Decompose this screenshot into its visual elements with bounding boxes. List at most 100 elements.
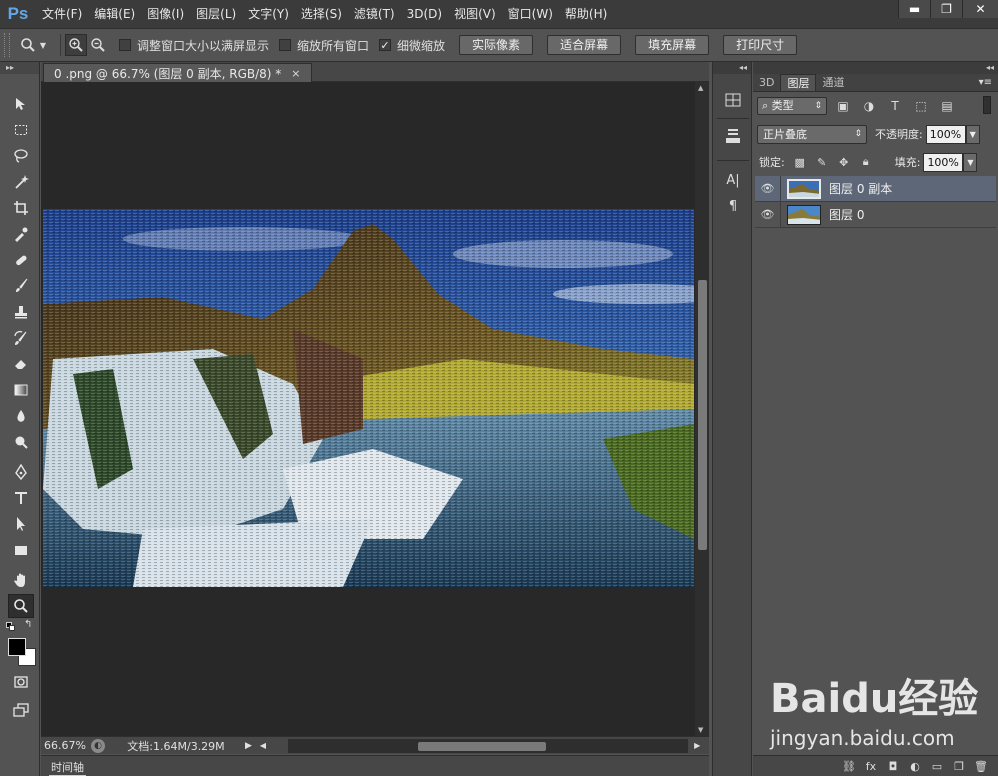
canvas-area[interactable] — [41, 82, 695, 736]
healing-brush-tool-icon[interactable] — [8, 248, 34, 272]
marquee-tool-icon[interactable] — [8, 118, 34, 142]
filter-pixel-icon[interactable]: ▣ — [833, 99, 853, 113]
fill-screen-button[interactable]: 填充屏幕 — [635, 35, 710, 55]
lock-image-pixels-icon[interactable]: ✎ — [815, 156, 829, 169]
move-tool-icon[interactable] — [8, 92, 34, 116]
expand-panel-icon[interactable]: ▸▸ — [0, 62, 39, 74]
new-group-icon[interactable]: ▭ — [926, 760, 948, 773]
menu-window[interactable]: 窗口(W) — [502, 0, 559, 28]
eyedropper-tool-icon[interactable] — [8, 222, 34, 246]
layer-row-original[interactable]: 👁︎ 图层 0 — [755, 201, 996, 228]
zoom-tool-icon[interactable] — [8, 594, 34, 618]
visibility-eye-icon[interactable]: 👁︎ — [755, 175, 781, 202]
tab-channels[interactable]: 通道 — [816, 74, 850, 91]
pen-tool-icon[interactable] — [8, 460, 34, 484]
panel-menu-icon[interactable]: ▾≡ — [979, 77, 992, 88]
eraser-tool-icon[interactable] — [8, 352, 34, 376]
swatches-panel-icon[interactable] — [723, 90, 743, 110]
minimize-button[interactable]: ▬ — [898, 0, 930, 18]
paragraph-panel-icon[interactable]: ¶ — [723, 196, 743, 216]
layer-style-icon[interactable]: fx — [860, 760, 882, 773]
actual-pixels-button[interactable]: 实际像素 — [459, 35, 534, 55]
type-tool-icon[interactable] — [8, 486, 34, 510]
filter-adjustment-icon[interactable]: ◑ — [859, 99, 879, 113]
status-menu-arrow-icon[interactable]: ▶ — [245, 741, 252, 751]
menu-help[interactable]: 帮助(H) — [559, 0, 613, 28]
close-button[interactable]: ✕ — [962, 0, 998, 18]
horizontal-scroll-thumb[interactable] — [418, 741, 547, 751]
status-info-icon[interactable]: ◐ — [91, 738, 105, 753]
lock-all-icon[interactable]: 🔒︎ — [859, 155, 873, 169]
document-image[interactable] — [43, 209, 694, 587]
menu-select[interactable]: 选择(S) — [295, 0, 348, 28]
tab-layers[interactable]: 图层 — [780, 74, 817, 91]
menu-edit[interactable]: 编辑(E) — [88, 0, 141, 28]
default-colors-icon[interactable] — [6, 622, 16, 632]
scroll-left-icon[interactable]: ◀ — [260, 741, 266, 750]
scroll-down-icon[interactable]: ▼ — [698, 726, 703, 734]
resize-windows-checkbox[interactable]: 调整窗口大小以满屏显示 — [119, 37, 269, 54]
scroll-right-icon[interactable]: ▶ — [694, 741, 700, 750]
collapse-panel-icon[interactable]: ◂◂ — [753, 62, 998, 74]
filter-type-icon[interactable]: T — [885, 99, 905, 113]
visibility-eye-icon[interactable]: 👁︎ — [755, 201, 781, 228]
timeline-tab[interactable]: 时间轴 — [49, 759, 86, 776]
blend-mode-select[interactable]: 正片叠底 ⇕ — [757, 124, 867, 144]
filter-shape-icon[interactable]: ⬚ — [911, 99, 931, 113]
screen-mode-icon[interactable] — [8, 698, 34, 722]
zoom-in-button[interactable] — [65, 34, 87, 56]
properties-panel-icon[interactable] — [723, 126, 743, 146]
history-brush-tool-icon[interactable] — [8, 326, 34, 350]
opacity-dropdown-icon[interactable]: ▼ — [965, 124, 980, 144]
scroll-up-icon[interactable]: ▲ — [698, 84, 703, 92]
horizontal-scrollbar[interactable] — [288, 738, 689, 753]
layer-row-copy[interactable]: 👁︎ 图层 0 副本 — [755, 175, 996, 202]
fill-dropdown-icon[interactable]: ▼ — [963, 152, 978, 172]
checkbox-box-checked[interactable]: ✓ — [379, 39, 392, 52]
filter-smart-object-icon[interactable]: ▤ — [937, 99, 957, 113]
new-layer-icon[interactable]: ❐ — [948, 760, 970, 773]
menu-image[interactable]: 图像(I) — [141, 0, 190, 28]
menu-file[interactable]: 文件(F) — [36, 0, 88, 28]
layer-thumbnail[interactable] — [787, 178, 821, 199]
magic-wand-tool-icon[interactable] — [8, 170, 34, 194]
menu-layer[interactable]: 图层(L) — [190, 0, 242, 28]
tab-3d[interactable]: 3D — [753, 74, 780, 91]
fit-screen-button[interactable]: 适合屏幕 — [547, 35, 622, 55]
foreground-color-swatch[interactable] — [8, 638, 26, 656]
link-layers-icon[interactable]: ⛓ — [838, 760, 860, 773]
blur-tool-icon[interactable] — [8, 404, 34, 428]
zoom-all-windows-checkbox[interactable]: 缩放所有窗口 — [279, 37, 369, 54]
menu-view[interactable]: 视图(V) — [448, 0, 502, 28]
opacity-input[interactable]: 100% — [925, 124, 966, 144]
stamp-tool-icon[interactable] — [8, 300, 34, 324]
lock-transparent-pixels-icon[interactable]: ▩ — [793, 156, 807, 169]
character-panel-icon[interactable]: A| — [723, 170, 743, 190]
menu-3d[interactable]: 3D(D) — [401, 0, 448, 28]
path-selection-tool-icon[interactable] — [8, 512, 34, 536]
brush-tool-icon[interactable] — [8, 274, 34, 298]
vertical-scroll-thumb[interactable] — [698, 280, 707, 550]
layer-name[interactable]: 图层 0 — [829, 206, 864, 223]
restore-button[interactable]: ❐ — [930, 0, 962, 18]
zoom-level[interactable]: 66.67% — [41, 739, 91, 752]
add-mask-icon[interactable]: ◘ — [882, 760, 904, 773]
shape-tool-icon[interactable] — [8, 538, 34, 562]
print-size-button[interactable]: 打印尺寸 — [723, 35, 798, 55]
document-tab[interactable]: 0 .png @ 66.7% (图层 0 副本, RGB/8) * × — [43, 63, 312, 82]
fill-input[interactable]: 100% — [923, 152, 964, 172]
layer-thumbnail[interactable] — [787, 204, 821, 225]
checkbox-box[interactable] — [119, 39, 131, 51]
filter-toggle-switch[interactable] — [983, 96, 991, 114]
crop-tool-icon[interactable] — [8, 196, 34, 220]
close-tab-icon[interactable]: × — [291, 67, 300, 80]
filter-kind-select[interactable]: ⌕ 类型 ⇕ — [757, 97, 827, 115]
zoom-out-button[interactable] — [87, 34, 109, 56]
layer-name[interactable]: 图层 0 副本 — [829, 180, 892, 197]
dodge-tool-icon[interactable] — [8, 430, 34, 454]
vertical-scrollbar[interactable]: ▲ ▼ — [695, 82, 709, 736]
menu-filter[interactable]: 滤镜(T) — [348, 0, 401, 28]
quick-mask-icon[interactable] — [8, 670, 34, 694]
swap-colors-icon[interactable]: ↰ — [24, 619, 32, 630]
adjustment-layer-icon[interactable]: ◐ — [904, 760, 926, 773]
